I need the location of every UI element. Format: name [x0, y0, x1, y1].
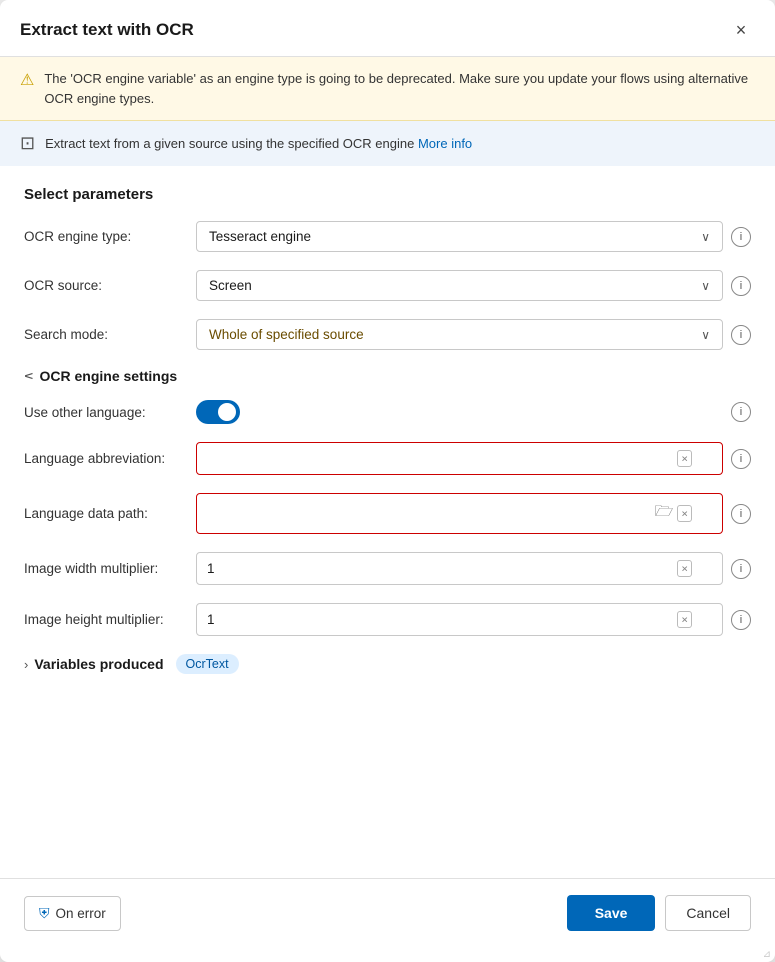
dialog-body: Select parameters OCR engine type: Tesse…: [0, 166, 775, 878]
ocr-engine-type-row: OCR engine type: Tesseract engine ∨ i: [24, 221, 751, 252]
dialog-footer: ⛨ On error Save Cancel: [0, 878, 775, 947]
language-abbreviation-info-icon[interactable]: i: [731, 449, 751, 469]
search-mode-label: Search mode:: [24, 327, 184, 342]
ocr-source-label: OCR source:: [24, 278, 184, 293]
image-width-multiplier-control: 1 × i: [196, 552, 751, 585]
info-banner: ⊡ Extract text from a given source using…: [0, 121, 775, 166]
image-height-multiplier-control: 1 × i: [196, 603, 751, 636]
ocr-engine-type-control: Tesseract engine ∨ i: [196, 221, 751, 252]
ocr-source-value: Screen: [209, 278, 252, 293]
ocr-engine-type-label: OCR engine type:: [24, 229, 184, 244]
ocr-engine-type-arrow-icon: ∨: [701, 230, 710, 244]
search-mode-dropdown[interactable]: Whole of specified source ∨: [196, 319, 723, 350]
use-other-language-toggle[interactable]: [196, 400, 240, 424]
use-other-language-toggle-wrap: [196, 400, 240, 424]
folder-browse-icon[interactable]: 🗁: [655, 501, 674, 526]
image-width-multiplier-input[interactable]: 1 ×: [196, 552, 723, 585]
section-title: Select parameters: [24, 186, 751, 203]
ocr-source-info-icon[interactable]: i: [731, 276, 751, 296]
search-mode-row: Search mode: Whole of specified source ∨…: [24, 319, 751, 350]
variables-chevron-icon: ›: [24, 657, 28, 672]
save-button[interactable]: Save: [567, 895, 656, 931]
settings-section-title: OCR engine settings: [40, 368, 178, 384]
warning-icon: ⚠: [20, 70, 34, 90]
language-abbreviation-row: Language abbreviation: × i: [24, 442, 751, 475]
ocr-engine-settings-section: ∨ OCR engine settings Use other language…: [24, 368, 751, 636]
search-mode-arrow-icon: ∨: [701, 328, 710, 342]
on-error-button[interactable]: ⛨ On error: [24, 896, 121, 931]
dialog-title: Extract text with OCR: [20, 20, 194, 40]
warning-banner: ⚠ The 'OCR engine variable' as an engine…: [0, 57, 775, 121]
image-height-multiplier-info-icon[interactable]: i: [731, 610, 751, 630]
variables-produced-section: › Variables produced OcrText: [24, 654, 751, 674]
image-height-multiplier-clear-icon[interactable]: ×: [677, 611, 692, 628]
ocr-engine-type-dropdown[interactable]: Tesseract engine ∨: [196, 221, 723, 252]
language-abbreviation-clear-icon[interactable]: ×: [677, 450, 692, 467]
language-data-path-clear-icon[interactable]: ×: [677, 505, 692, 522]
language-data-path-control: 🗁 × i: [196, 493, 751, 534]
extract-text-ocr-dialog: Extract text with OCR × ⚠ The 'OCR engin…: [0, 0, 775, 962]
image-height-multiplier-value: 1: [207, 612, 677, 627]
image-width-multiplier-info-icon[interactable]: i: [731, 559, 751, 579]
image-height-multiplier-input[interactable]: 1 ×: [196, 603, 723, 636]
shield-icon: ⛨: [39, 905, 50, 922]
settings-chevron-icon: ∨: [21, 371, 37, 381]
image-height-multiplier-row: Image height multiplier: 1 × i: [24, 603, 751, 636]
image-width-multiplier-label: Image width multiplier:: [24, 561, 184, 576]
language-data-path-input[interactable]: 🗁 ×: [196, 493, 723, 534]
ocr-engine-type-value: Tesseract engine: [209, 229, 311, 244]
image-width-multiplier-row: Image width multiplier: 1 × i: [24, 552, 751, 585]
on-error-label: On error: [56, 906, 106, 921]
footer-right-actions: Save Cancel: [567, 895, 751, 931]
dialog-header: Extract text with OCR ×: [0, 0, 775, 57]
resize-handle[interactable]: ⊿: [0, 947, 775, 962]
search-mode-control: Whole of specified source ∨ i: [196, 319, 751, 350]
ocr-source-control: Screen ∨ i: [196, 270, 751, 301]
image-width-multiplier-value: 1: [207, 561, 677, 576]
close-button[interactable]: ×: [727, 16, 755, 44]
use-other-language-row: Use other language: i: [24, 400, 751, 424]
cancel-button[interactable]: Cancel: [665, 895, 751, 931]
language-data-path-info-icon[interactable]: i: [731, 504, 751, 524]
info-banner-text: Extract text from a given source using t…: [45, 136, 472, 151]
ocr-engine-type-info-icon[interactable]: i: [731, 227, 751, 247]
use-other-language-info-icon[interactable]: i: [731, 402, 751, 422]
language-abbreviation-control: × i: [196, 442, 751, 475]
language-abbreviation-input[interactable]: ×: [196, 442, 723, 475]
more-info-link[interactable]: More info: [418, 136, 472, 151]
ocr-source-row: OCR source: Screen ∨ i: [24, 270, 751, 301]
use-other-language-label: Use other language:: [24, 405, 184, 420]
language-abbreviation-label: Language abbreviation:: [24, 451, 184, 466]
language-data-path-label: Language data path:: [24, 506, 184, 521]
image-height-multiplier-label: Image height multiplier:: [24, 612, 184, 627]
language-data-path-row: Language data path: 🗁 × i: [24, 493, 751, 534]
variables-produced-title: Variables produced: [34, 656, 163, 672]
ocr-engine-settings-header[interactable]: ∨ OCR engine settings: [24, 368, 751, 384]
variables-produced-header[interactable]: › Variables produced: [24, 656, 164, 672]
image-width-multiplier-clear-icon[interactable]: ×: [677, 560, 692, 577]
ocr-source-dropdown[interactable]: Screen ∨: [196, 270, 723, 301]
ocr-text-badge: OcrText: [176, 654, 239, 674]
ocr-icon: ⊡: [20, 133, 35, 154]
search-mode-value: Whole of specified source: [209, 327, 364, 342]
ocr-source-arrow-icon: ∨: [701, 279, 710, 293]
use-other-language-control: i: [196, 400, 751, 424]
search-mode-info-icon[interactable]: i: [731, 325, 751, 345]
warning-text: The 'OCR engine variable' as an engine t…: [44, 69, 755, 108]
